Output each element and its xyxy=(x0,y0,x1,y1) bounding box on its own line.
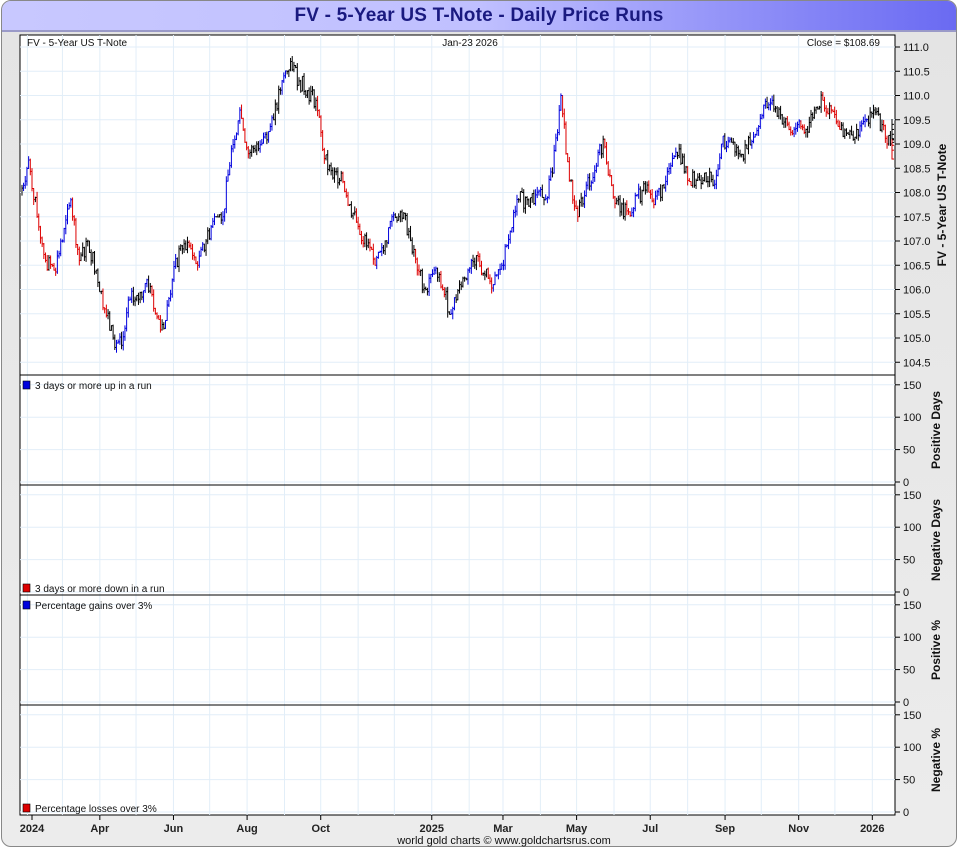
x-tick-label: 2026 xyxy=(860,823,884,835)
panel-tick-label: 50 xyxy=(903,665,915,677)
x-tick-label: 2025 xyxy=(420,823,444,835)
panel-tick-label: 150 xyxy=(903,380,921,392)
header-symbol: FV - 5-Year US T-Note xyxy=(27,38,127,49)
x-tick-label: Apr xyxy=(90,823,110,835)
panel-tick-label: 150 xyxy=(903,490,921,502)
plot-area xyxy=(19,34,896,816)
price-tick-label: 109.0 xyxy=(903,139,931,151)
price-tick-label: 111.0 xyxy=(903,42,929,54)
x-tick-label: May xyxy=(566,823,588,835)
x-tick-label: 2024 xyxy=(20,823,45,835)
x-tick-label: Aug xyxy=(236,823,257,835)
legend-label: Percentage losses over 3% xyxy=(35,804,157,815)
legend-swatch xyxy=(22,803,31,813)
price-tick-label: 107.0 xyxy=(903,236,931,248)
price-tick-label: 109.5 xyxy=(903,115,931,127)
x-tick-label: Mar xyxy=(493,823,513,835)
panel-tick-label: 50 xyxy=(903,775,915,787)
price-tick-label: 106.0 xyxy=(903,285,931,297)
price-y-label: FV - 5-Year US T-Note xyxy=(935,143,949,266)
panel-tick-label: 150 xyxy=(903,710,921,722)
panel-tick-label: 100 xyxy=(903,742,921,754)
price-tick-label: 107.5 xyxy=(903,212,931,224)
legend-swatch xyxy=(22,600,31,610)
x-tick-label: Nov xyxy=(788,823,810,835)
x-tick-label: Jun xyxy=(164,823,184,835)
panel-tick-label: 50 xyxy=(903,555,915,567)
panel-tick-label: 100 xyxy=(903,522,921,534)
legend-swatch xyxy=(22,380,31,390)
price-tick-label: 110.5 xyxy=(903,66,930,78)
header-date: Jan-23 2026 xyxy=(442,38,498,49)
panel-tick-label: 0 xyxy=(903,587,909,599)
panel-y-label: Negative Days xyxy=(929,499,943,581)
price-tick-label: 106.5 xyxy=(903,260,931,272)
panel-tick-label: 50 xyxy=(903,445,915,457)
footer-credit: world gold charts © www.goldchartsrus.co… xyxy=(396,835,611,847)
panel-y-label: Positive % xyxy=(929,620,943,680)
panel-tick-label: 0 xyxy=(903,697,909,709)
price-tick-label: 108.0 xyxy=(903,188,931,200)
header-close: Close = $108.69 xyxy=(807,38,881,49)
price-tick-label: 108.5 xyxy=(903,163,931,175)
legend-label: 3 days or more down in a run xyxy=(35,584,165,595)
panel-y-label: Positive Days xyxy=(929,391,943,469)
panel-y-label: Negative % xyxy=(929,728,943,792)
legend-swatch xyxy=(22,583,31,593)
panel-tick-label: 100 xyxy=(903,412,921,424)
x-tick-label: Sep xyxy=(715,823,735,835)
chart-canvas: 111.0 110.5 110.0 109.5 109.0 108.5 108.0 107.5… xyxy=(19,34,949,847)
legend-label: 3 days or more up in a run xyxy=(35,381,152,392)
price-tick-label: 105.0 xyxy=(903,333,931,345)
panel-tick-label: 0 xyxy=(903,807,909,819)
panel-tick-label: 0 xyxy=(903,477,909,489)
x-tick-label: Jul xyxy=(642,823,658,835)
x-tick-label: Oct xyxy=(312,823,331,835)
panel-tick-label: 150 xyxy=(903,600,921,612)
price-tick-label: 104.5 xyxy=(903,357,931,369)
price-tick-label: 105.5 xyxy=(903,309,931,321)
price-tick-label: 110.0 xyxy=(903,91,930,103)
panel-tick-label: 100 xyxy=(903,632,921,644)
legend-label: Percentage gains over 3% xyxy=(35,601,152,612)
